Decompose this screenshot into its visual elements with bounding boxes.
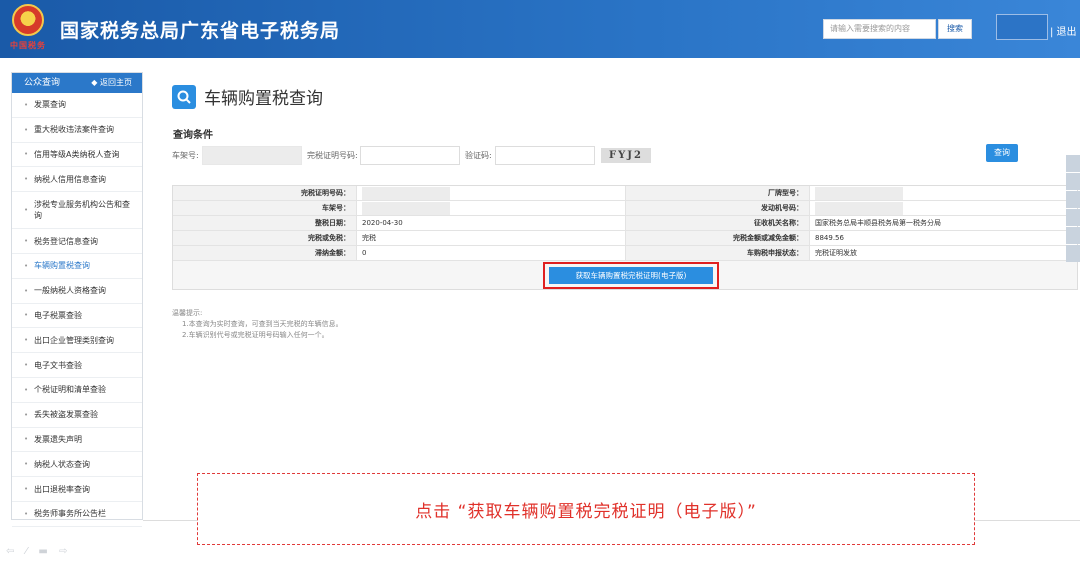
emblem-caption: 中国税务 xyxy=(10,40,46,50)
cell-label: 车购税申报状态： xyxy=(626,246,810,260)
cell-value: 国家税务总局丰顺县税务局第一税务分局 xyxy=(815,219,941,227)
page-title: 车辆购置税查询 xyxy=(172,84,323,109)
captcha-image[interactable]: FYJ2 xyxy=(601,148,651,163)
back-to-top-icon[interactable] xyxy=(1066,245,1080,262)
sidebar-item[interactable]: 出口企业管理类别查询 xyxy=(12,328,142,354)
sidebar-item[interactable]: 税务师事务所公告栏 xyxy=(12,502,142,527)
table-row: 完税证明号码： 厂牌型号： xyxy=(173,186,1077,201)
search-button[interactable]: 搜索 xyxy=(938,19,972,39)
query-button[interactable]: 查询 xyxy=(986,144,1018,162)
vin-field[interactable] xyxy=(202,146,302,165)
sidebar-item[interactable]: 重大税收违法案件查询 xyxy=(12,118,142,143)
captcha-label: 验证码: xyxy=(465,151,492,160)
sidebar: 公众查询 ◆ 返回主页 发票查询 重大税收违法案件查询 信用等级A类纳税人查询 … xyxy=(11,72,143,527)
sidebar-header: 公众查询 ◆ 返回主页 xyxy=(12,73,142,93)
cell-label: 整税日期： xyxy=(173,216,357,230)
sidebar-item-vehicle-tax[interactable]: 车辆购置税查询 xyxy=(12,254,142,279)
cell-label: 完税或免税： xyxy=(173,231,357,245)
search-icon xyxy=(172,84,196,109)
cell-label: 征收机关名称： xyxy=(626,216,810,230)
tip-line: 1.本查询为实时查询，可查到当天完税的车辆信息。 xyxy=(182,320,343,328)
search-input[interactable]: 请输入需要搜索的内容 xyxy=(823,19,936,39)
sidebar-item[interactable]: 税务登记信息查询 xyxy=(12,229,142,254)
sidebar-item[interactable]: 发票查询 xyxy=(12,93,142,118)
tool-icon[interactable] xyxy=(1066,173,1080,190)
cell-label: 厂牌型号： xyxy=(626,186,810,200)
tool-icon[interactable] xyxy=(1066,191,1080,208)
vin-label: 车架号: xyxy=(172,151,199,160)
cell-value: 0 xyxy=(357,246,626,260)
sidebar-item[interactable]: 纳税人状态查询 xyxy=(12,452,142,478)
tips: 温馨提示: 1.本查询为实时查询，可查到当天完税的车辆信息。 2.车辆识别代号或… xyxy=(172,308,343,341)
page-title-text: 车辆购置税查询 xyxy=(204,89,323,109)
sidebar-item[interactable]: 电子文书查验 xyxy=(12,353,142,378)
cell-value xyxy=(810,201,1077,215)
instruction-text: 点击 “获取车辆购置税完税证明（电子版）” xyxy=(415,501,757,522)
cell-label: 完税证明号码： xyxy=(173,186,357,200)
cert-number-label: 完税证明号码: xyxy=(307,151,358,160)
bottom-toolbar-icons: ⇦ ⁄ ▬ ⇨ xyxy=(6,546,72,557)
table-row: 滞纳金额： 0 车购税申报状态： 完税证明发放 xyxy=(173,246,1077,261)
cell-label: 滞纳金额： xyxy=(173,246,357,260)
tip-line: 2.车辆识别代号或完税证明号码输入任何一个。 xyxy=(182,331,329,339)
tool-icon[interactable] xyxy=(1066,209,1080,226)
result-footer: 获取车辆购置税完税证明(电子版) xyxy=(173,261,1077,289)
table-row: 整税日期： 2020-04-30 征收机关名称： 国家税务总局丰顺县税务局第一税… xyxy=(173,216,1077,231)
cell-label: 发动机号码： xyxy=(626,201,810,215)
cell-value xyxy=(357,201,626,215)
sidebar-item[interactable]: 出口退税率查询 xyxy=(12,477,142,502)
tax-emblem-icon xyxy=(12,4,44,36)
right-toolbar xyxy=(1066,155,1080,263)
home-link[interactable]: ◆ 返回主页 xyxy=(91,73,132,93)
cell-value: 8849.56 xyxy=(815,234,844,242)
cell-value xyxy=(357,186,626,200)
cell-label: 车架号： xyxy=(173,201,357,215)
sidebar-item[interactable]: 发票遗失声明 xyxy=(12,428,142,453)
sidebar-item[interactable]: 一般纳税人资格查询 xyxy=(12,279,142,304)
cell-label: 完税金额或减免金额： xyxy=(626,231,810,245)
tool-icon[interactable] xyxy=(1066,227,1080,244)
tool-icon[interactable] xyxy=(1066,155,1080,172)
table-row: 车架号： 发动机号码： xyxy=(173,201,1077,216)
conditions-label: 查询条件 xyxy=(173,130,213,141)
sidebar-item[interactable]: 信用等级A类纳税人查询 xyxy=(12,143,142,168)
instruction-callout: 点击 “获取车辆购置税完税证明（电子版）” xyxy=(197,473,975,545)
cert-number-field[interactable] xyxy=(360,146,460,165)
sidebar-item[interactable]: 丢失被盗发票查验 xyxy=(12,403,142,428)
highlight-box xyxy=(543,262,719,289)
top-header: 中国税务 国家税务总局广东省电子税务局 请输入需要搜索的内容 搜索 | 退出 xyxy=(0,0,1080,58)
table-row: 完税或免税： 完税 完税金额或减免金额： 8849.56 xyxy=(173,231,1077,246)
cell-value: 2020-04-30 xyxy=(357,216,626,230)
user-info-box[interactable] xyxy=(996,14,1048,40)
sidebar-item[interactable]: 涉税专业服务机构公告和查询 xyxy=(12,192,142,230)
main-content: 车辆购置税查询 查询条件 车架号: 完税证明号码: 验证码: FYJ2 查询 完… xyxy=(150,72,1080,522)
sidebar-item[interactable]: 电子税票查验 xyxy=(12,304,142,329)
cell-value: 完税证明发放 xyxy=(815,249,857,257)
sidebar-item[interactable]: 个税证明和清单查验 xyxy=(12,378,142,403)
tips-title: 温馨提示: xyxy=(172,309,203,317)
site-title: 国家税务总局广东省电子税务局 xyxy=(60,20,341,42)
logout-link[interactable]: | 退出 xyxy=(1050,23,1077,38)
result-table: 完税证明号码： 厂牌型号： 车架号： 发动机号码： 整税日期： 2020-04-… xyxy=(172,185,1078,290)
sidebar-title: 公众查询 xyxy=(24,78,61,88)
captcha-field[interactable] xyxy=(495,146,595,165)
sidebar-item[interactable]: 纳税人信用信息查询 xyxy=(12,167,142,193)
cell-value xyxy=(810,186,1077,200)
cell-value: 完税 xyxy=(357,231,626,245)
